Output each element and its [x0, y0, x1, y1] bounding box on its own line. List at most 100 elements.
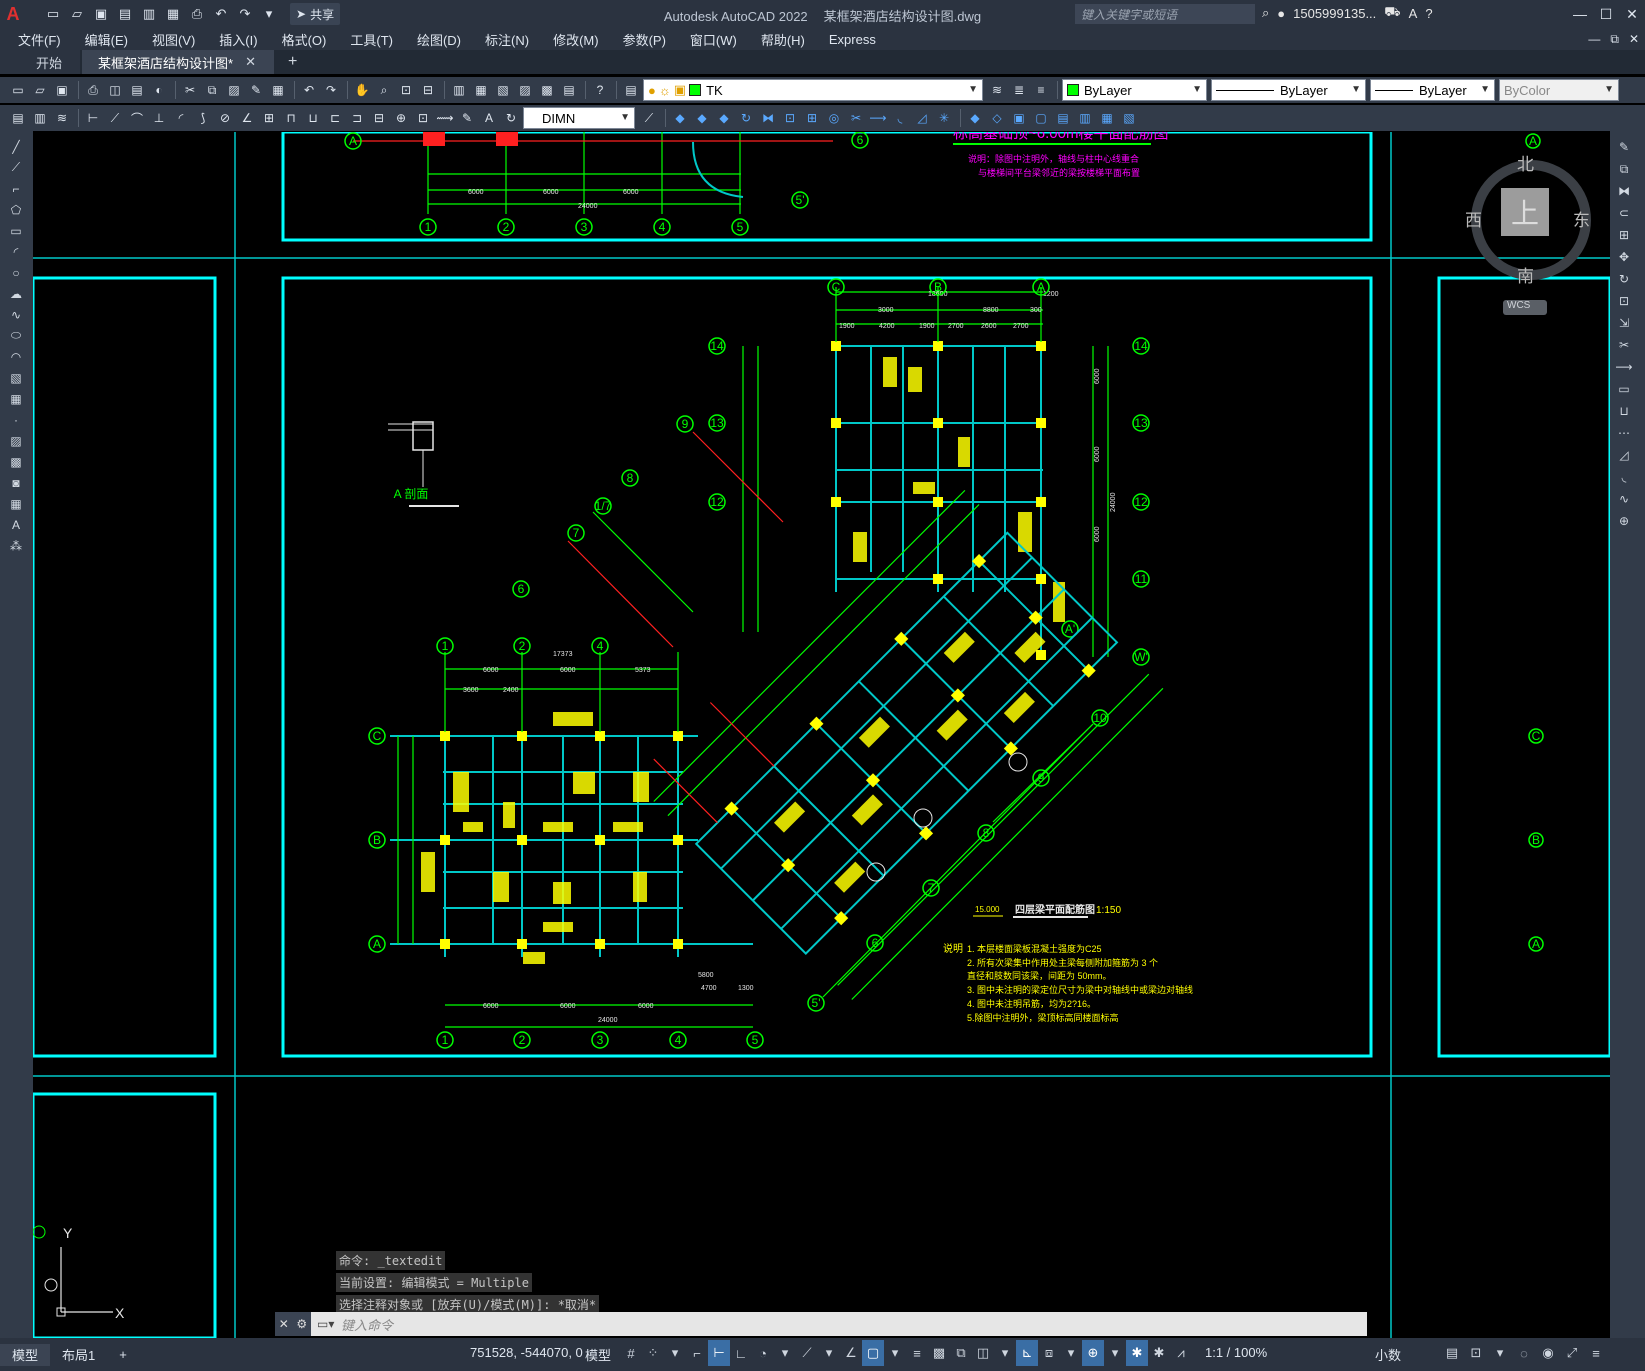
menu-insert[interactable]: 插入(I): [219, 30, 257, 49]
open-icon[interactable]: ▱: [66, 3, 88, 25]
zoom-realtime-icon[interactable]: ⌕: [374, 80, 394, 100]
color-dropdown[interactable]: ByLayer ▼: [1062, 79, 1207, 101]
explode-icon[interactable]: ⊕: [1614, 510, 1634, 532]
menu-file[interactable]: 文件(F): [18, 30, 61, 49]
fillet-icon[interactable]: ◟: [890, 108, 910, 128]
lengthen-icon[interactable]: ▢: [1031, 108, 1051, 128]
dim-arc-icon[interactable]: ⌒: [127, 108, 147, 128]
save-icon[interactable]: ▣: [52, 80, 72, 100]
revision-cloud-icon[interactable]: ☁: [6, 283, 26, 304]
drawing-canvas[interactable]: .fr { fill: none; stroke: #00ffff; strok…: [33, 132, 1610, 1338]
hatch-icon[interactable]: ▨: [6, 430, 26, 451]
ortho-icon[interactable]: ∟: [730, 1340, 752, 1366]
snap-icon[interactable]: ⁘: [642, 1340, 664, 1366]
scale-icon[interactable]: ⊡: [1614, 290, 1634, 312]
user-icon[interactable]: ●: [1277, 6, 1285, 21]
customization-icon[interactable]: ≡: [1584, 1340, 1608, 1366]
viewcube-east[interactable]: 东: [1573, 206, 1590, 231]
dim-break-icon[interactable]: ⊐: [347, 108, 367, 128]
zoom-previous-icon[interactable]: ⊟: [418, 80, 438, 100]
clean-screen-icon[interactable]: ⤢: [1560, 1340, 1584, 1366]
menu-draw[interactable]: 绘图(D): [417, 30, 461, 49]
dim-ordinate-icon[interactable]: ⊥: [149, 108, 169, 128]
move-icon[interactable]: ✥: [1614, 246, 1634, 268]
menu-edit[interactable]: 编辑(E): [85, 30, 128, 49]
zoom-window-icon[interactable]: ⊡: [396, 80, 416, 100]
viewcube-west[interactable]: 西: [1465, 206, 1482, 231]
center-mark-icon[interactable]: ⊕: [391, 108, 411, 128]
sheet-set-icon[interactable]: ▨: [515, 80, 535, 100]
help-icon[interactable]: ?: [1425, 6, 1432, 21]
construction-line-icon[interactable]: ⟋: [6, 157, 26, 178]
infer-constraints-icon[interactable]: ⌐: [686, 1340, 708, 1366]
customize-icon[interactable]: ▾: [258, 3, 280, 25]
lock-ui-icon[interactable]: ⊡: [1464, 1340, 1488, 1366]
coordinates-readout[interactable]: 751528, -544070, 0: [470, 1345, 583, 1360]
polygon-icon[interactable]: ⬠: [6, 199, 26, 220]
quick-dim-icon[interactable]: ⊞: [259, 108, 279, 128]
hatchedit-icon[interactable]: ▧: [1119, 108, 1139, 128]
rotate-icon[interactable]: ↻: [736, 108, 756, 128]
copy-icon[interactable]: ⧉: [1614, 158, 1634, 180]
undo-icon[interactable]: ↶: [299, 80, 319, 100]
break-icon[interactable]: ⊔: [1614, 400, 1634, 422]
search-icon[interactable]: ⌕: [1262, 5, 1269, 21]
chevron-down-icon[interactable]: ▾: [664, 1340, 686, 1366]
offset-icon[interactable]: ◎: [824, 108, 844, 128]
region-icon[interactable]: ◙: [6, 472, 26, 493]
dim-aligned-icon[interactable]: ⟋: [105, 108, 125, 128]
annotation-scale-icon[interactable]: ⩘: [1170, 1340, 1192, 1366]
tab-close-icon[interactable]: ✕: [245, 54, 256, 70]
quick-properties-icon[interactable]: ▤: [1440, 1340, 1464, 1366]
erase-icon[interactable]: ✎: [1614, 136, 1634, 158]
dim-baseline-icon[interactable]: ⊓: [281, 108, 301, 128]
line-icon[interactable]: ╱: [6, 136, 26, 157]
new-icon[interactable]: ▭: [8, 80, 28, 100]
menu-modify[interactable]: 修改(M): [553, 30, 599, 49]
preview-icon[interactable]: ◫: [105, 80, 125, 100]
gizmo-icon[interactable]: ⊕: [1082, 1340, 1104, 1366]
grid-icon[interactable]: #: [620, 1340, 642, 1366]
polyline-icon[interactable]: ⌐: [6, 178, 26, 199]
minimize-icon[interactable]: —: [1567, 0, 1593, 28]
join-icon[interactable]: ⋯: [1614, 422, 1634, 444]
publish-icon[interactable]: ▤: [127, 80, 147, 100]
undo-icon[interactable]: ↶: [210, 3, 232, 25]
dimstyle-dropdown[interactable]: DIMN ▼: [523, 107, 635, 129]
blend-icon[interactable]: ∿: [1614, 488, 1634, 510]
dynamic-ucs-icon[interactable]: ⊾: [1016, 1340, 1038, 1366]
copy-obj-icon[interactable]: ◆: [692, 108, 712, 128]
wcs-menu[interactable]: WCS: [1503, 300, 1547, 315]
pedit-icon[interactable]: ▥: [1075, 108, 1095, 128]
plotstyle-dropdown[interactable]: ByColor ▼: [1499, 79, 1619, 101]
make-block-icon[interactable]: ▦: [6, 388, 26, 409]
stretch-icon[interactable]: ◆: [714, 108, 734, 128]
tab-drawing[interactable]: 某框架酒店结构设计图* ✕: [82, 50, 274, 74]
match-icon[interactable]: ▤: [8, 108, 28, 128]
units-display[interactable]: 小数: [1375, 1345, 1401, 1364]
3d-print-icon[interactable]: ◐: [149, 80, 169, 100]
erase-icon[interactable]: ◆: [965, 108, 985, 128]
tab-model[interactable]: 模型: [0, 1343, 51, 1366]
auto-scale-icon[interactable]: ✱: [1148, 1340, 1170, 1366]
layer-previous-icon[interactable]: ≣: [1009, 80, 1029, 100]
chevron-down-icon[interactable]: ▾: [1488, 1340, 1512, 1366]
add-selected-icon[interactable]: ⁂: [6, 535, 26, 556]
table-icon[interactable]: ▦: [6, 493, 26, 514]
calculator-icon[interactable]: ▤: [559, 80, 579, 100]
dim-text-edit-icon[interactable]: A: [479, 108, 499, 128]
polar-tracking-icon[interactable]: ◔: [752, 1340, 774, 1366]
offset-icon[interactable]: ⊂: [1614, 202, 1634, 224]
dim-continue-icon[interactable]: ⊔: [303, 108, 323, 128]
dim-jogged-linear-icon[interactable]: ⟿: [435, 108, 455, 128]
ellipse-arc-icon[interactable]: ◠: [6, 346, 26, 367]
tolerance-icon[interactable]: ⊟: [369, 108, 389, 128]
maximize-icon[interactable]: ☐: [1593, 0, 1619, 28]
chevron-down-icon[interactable]: ▾: [884, 1340, 906, 1366]
chevron-down-icon[interactable]: ▾: [994, 1340, 1016, 1366]
splinedit-icon[interactable]: ▦: [1097, 108, 1117, 128]
transparency-icon[interactable]: ▩: [928, 1340, 950, 1366]
design-center-icon[interactable]: ▦: [471, 80, 491, 100]
mtext-icon[interactable]: A: [6, 514, 26, 535]
chevron-down-icon[interactable]: ▾: [818, 1340, 840, 1366]
